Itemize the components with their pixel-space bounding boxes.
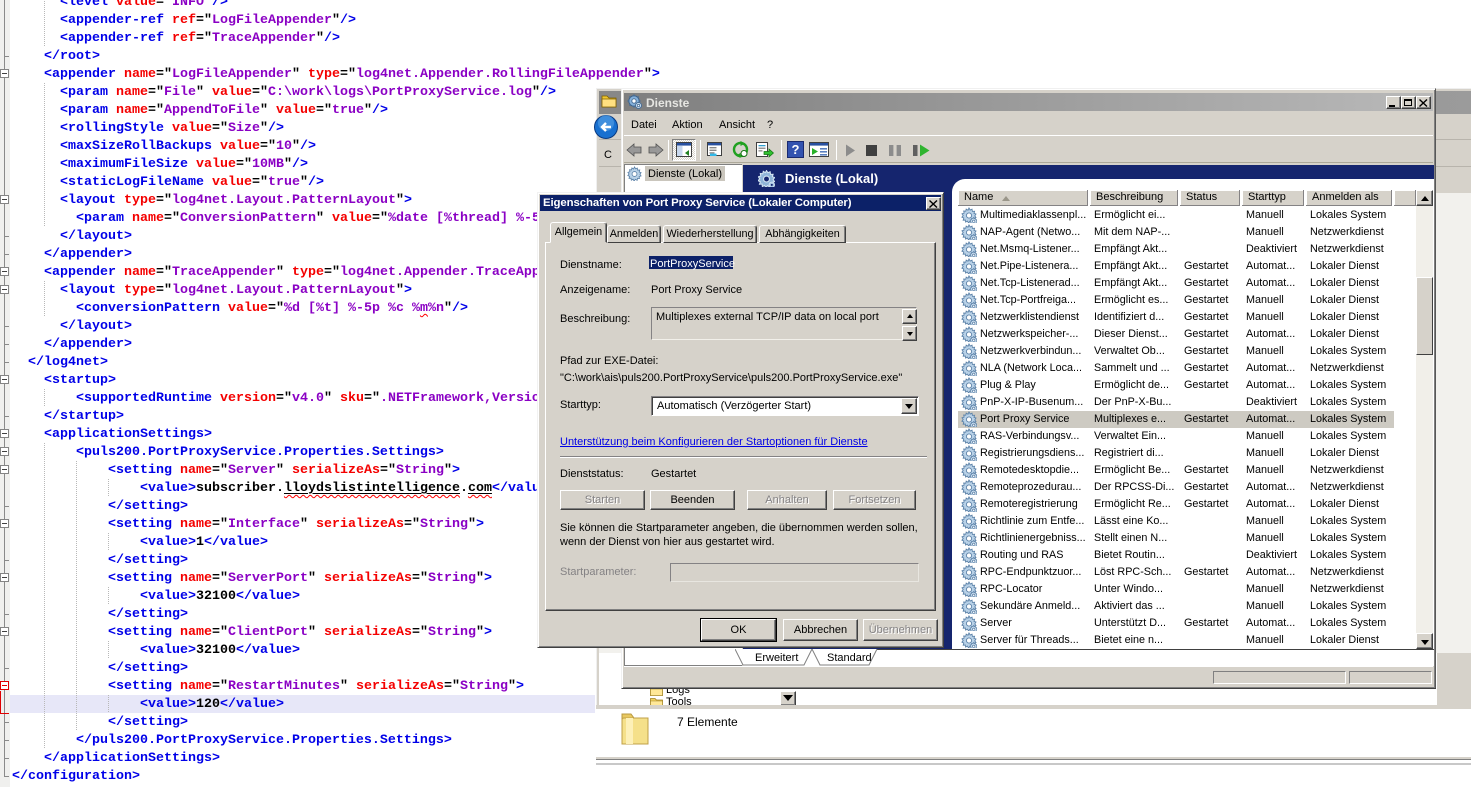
svg-text:Erweitert: Erweitert <box>755 652 798 664</box>
svg-text:Standard: Standard <box>827 652 872 664</box>
svg-text:?: ? <box>792 142 800 157</box>
